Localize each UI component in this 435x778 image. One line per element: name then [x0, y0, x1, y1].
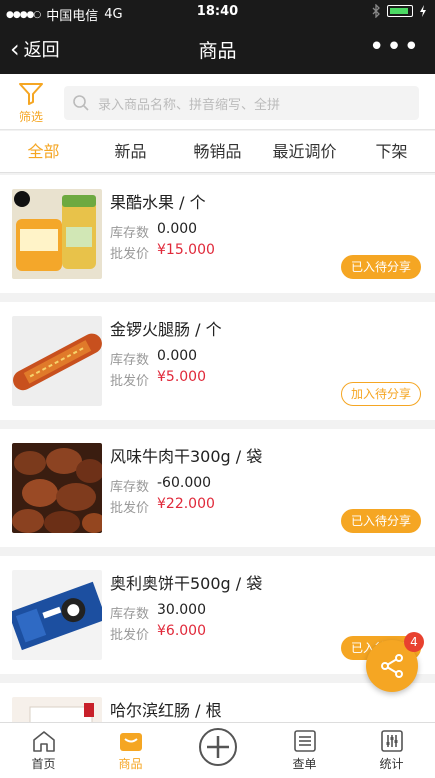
- home-icon: [32, 731, 55, 752]
- bottom-nav-add[interactable]: [174, 723, 261, 778]
- product-name: 哈尔滨红肠 / 根: [110, 701, 222, 720]
- price-value: ¥6.000: [157, 623, 206, 639]
- charging-icon: [420, 5, 426, 17]
- price-label: 批发价: [110, 501, 150, 516]
- product-name: 果酷水果 / 个: [110, 193, 206, 212]
- search-bar: 筛选 录入商品名称、拼音缩写、全拼: [0, 74, 435, 130]
- product-image-red-sausage: [12, 697, 102, 725]
- add-to-share-button[interactable]: 加入待分享: [341, 382, 421, 406]
- plus-circle-icon: [198, 728, 237, 766]
- product-name: 奥利奥饼干500g / 袋: [110, 574, 263, 593]
- stock-value: -60.000: [157, 475, 212, 491]
- search-input[interactable]: 录入商品名称、拼音缩写、全拼: [64, 86, 419, 120]
- product-image-oreo-pack: [12, 570, 102, 660]
- bottom-nav-orders[interactable]: 查单: [261, 723, 348, 778]
- more-menu-button[interactable]: •••: [369, 32, 421, 62]
- bottom-nav-products[interactable]: 商品: [87, 723, 174, 778]
- box-icon: [119, 733, 142, 751]
- price-label: 批发价: [110, 247, 150, 262]
- status-bar: ●●●●○ 中国电信 4G 18:40: [0, 0, 435, 24]
- status-right: [372, 4, 427, 18]
- product-image-fruit-jar: [12, 189, 102, 279]
- product-card[interactable]: 金锣火腿肠 / 个 库存数 0.000 批发价 ¥5.000 加入待分享: [0, 302, 435, 420]
- bottom-nav-label: 查单: [292, 757, 317, 771]
- share-status-button[interactable]: 已入待分享: [341, 255, 421, 279]
- tab-new[interactable]: 新品: [87, 131, 174, 172]
- search-icon: [73, 95, 89, 111]
- tab-recent-price-change[interactable]: 最近调价: [261, 131, 348, 172]
- price-label: 批发价: [110, 628, 150, 643]
- search-placeholder: 录入商品名称、拼音缩写、全拼: [98, 97, 281, 113]
- product-image-beef-jerky: [12, 443, 102, 533]
- bottom-nav-label: 首页: [31, 757, 56, 771]
- category-tabs: 全部 新品 畅销品 最近调价 下架: [0, 131, 435, 173]
- battery-icon: [387, 5, 413, 17]
- clock: 18:40: [196, 4, 239, 19]
- product-card[interactable]: 哈尔滨红肠 / 根: [0, 683, 435, 725]
- product-name: 风味牛肉干300g / 袋: [110, 447, 263, 466]
- stock-label: 库存数: [110, 607, 150, 622]
- top-header: ●●●●○ 中国电信 4G 18:40 ‹ 返回 商品 •••: [0, 0, 435, 74]
- product-name: 金锣火腿肠 / 个: [110, 320, 222, 339]
- price-label: 批发价: [110, 374, 150, 389]
- share-icon: [381, 654, 403, 678]
- product-card[interactable]: 果酷水果 / 个 库存数 0.000 批发价 ¥15.000 已入待分享: [0, 175, 435, 293]
- price-value: ¥22.000: [157, 496, 215, 512]
- tab-all[interactable]: 全部: [0, 131, 87, 172]
- stock-value: 0.000: [157, 348, 198, 364]
- stock-value: 0.000: [157, 221, 198, 237]
- filter-button[interactable]: 筛选: [14, 82, 48, 125]
- tab-bestsellers[interactable]: 畅销品: [174, 131, 261, 172]
- share-status-button[interactable]: 已入待分享: [341, 509, 421, 533]
- bluetooth-icon: [372, 4, 380, 18]
- order-list-icon: [293, 730, 316, 752]
- bottom-nav-label: 商品: [118, 757, 143, 771]
- stats-icon: [380, 730, 403, 752]
- stock-value: 30.000: [157, 602, 206, 618]
- filter-label: 筛选: [18, 110, 43, 124]
- bottom-nav-stats[interactable]: 统计: [348, 723, 435, 778]
- bottom-nav: 首页 商品 查单 统计: [0, 722, 435, 778]
- bottom-nav-label: 统计: [379, 757, 404, 771]
- product-card[interactable]: 风味牛肉干300g / 袋 库存数 -60.000 批发价 ¥22.000 已入…: [0, 429, 435, 547]
- nav-bar: ‹ 返回 商品 •••: [0, 24, 435, 74]
- funnel-icon: [19, 83, 43, 105]
- share-count-badge: 4: [404, 632, 424, 652]
- stock-label: 库存数: [110, 480, 150, 495]
- stock-label: 库存数: [110, 226, 150, 241]
- product-image-ham-sausage: [12, 316, 102, 406]
- bottom-nav-home[interactable]: 首页: [0, 723, 87, 778]
- tab-delisted[interactable]: 下架: [348, 131, 435, 172]
- price-value: ¥5.000: [157, 369, 206, 385]
- stock-label: 库存数: [110, 353, 150, 368]
- price-value: ¥15.000: [157, 242, 215, 258]
